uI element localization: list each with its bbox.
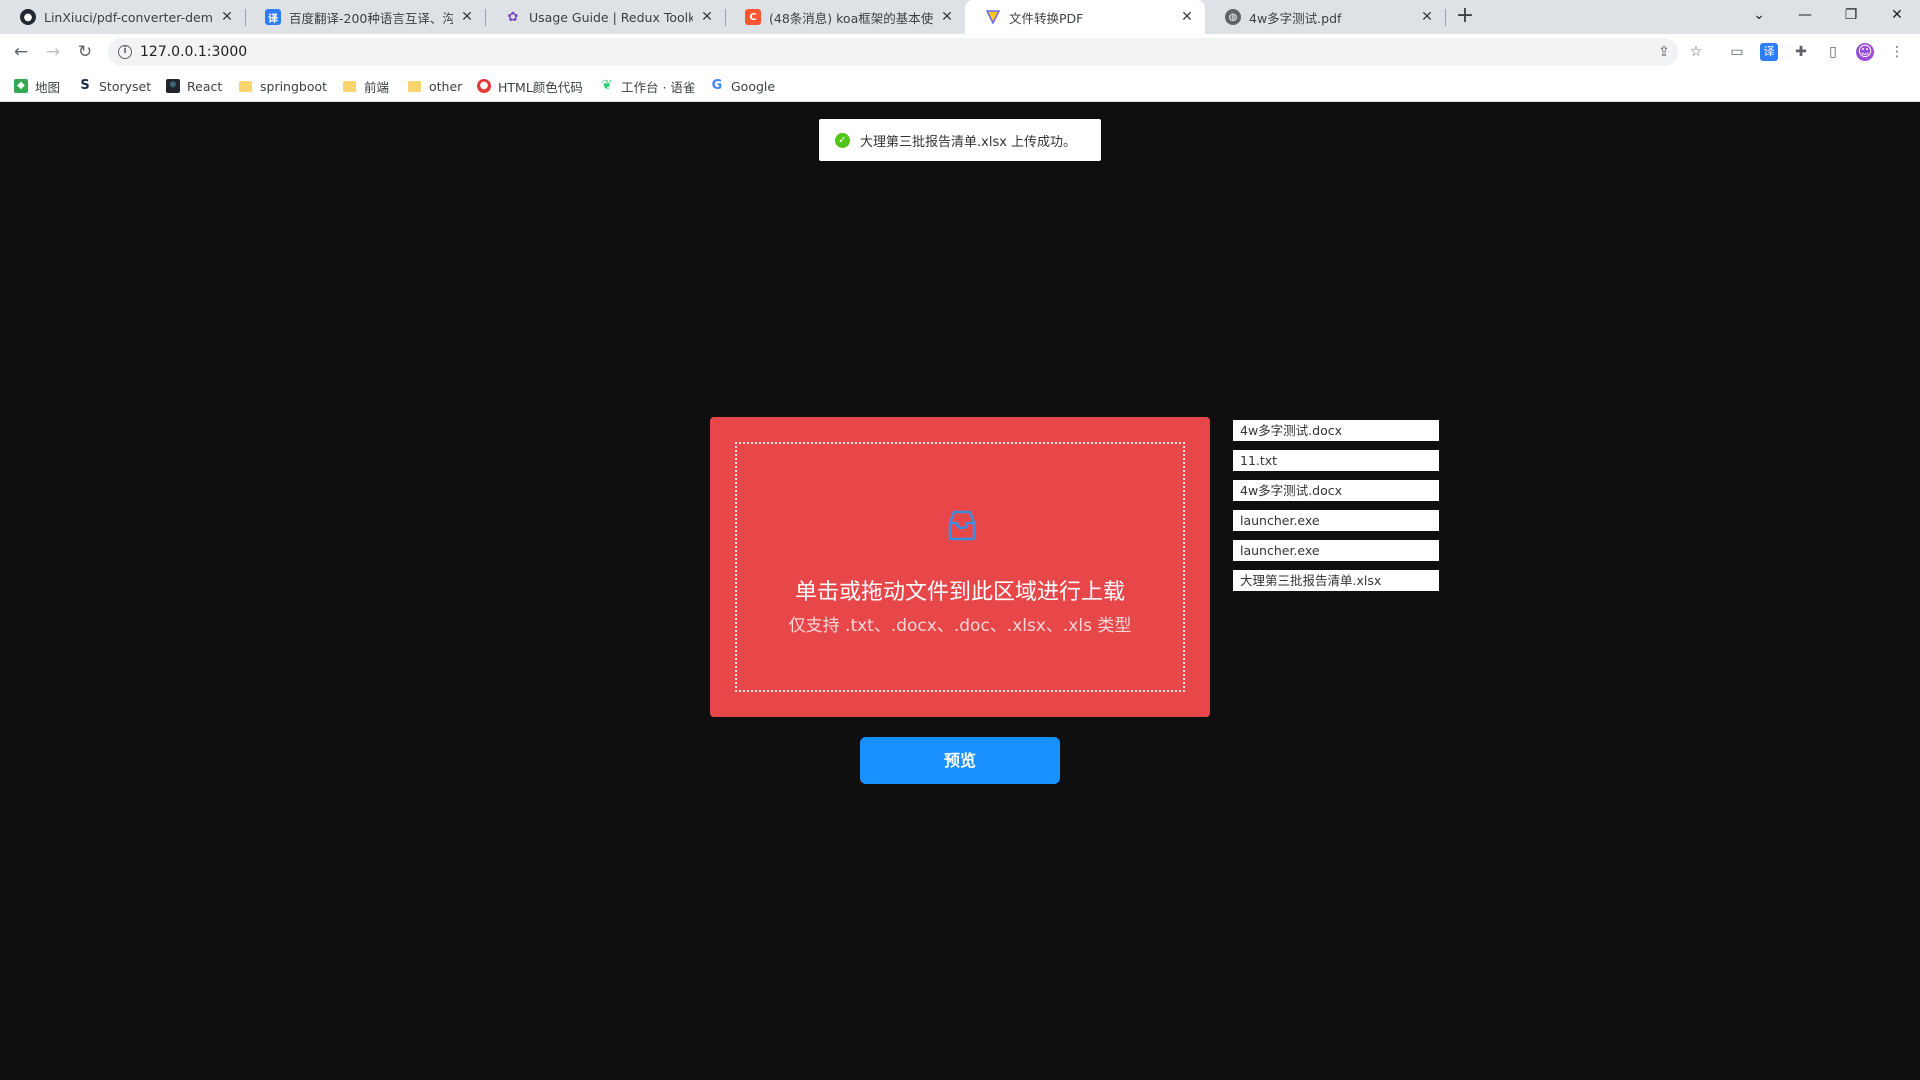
address-url: 127.0.0.1:3000 — [140, 44, 248, 60]
upload-success-toast: ✓ 大理第三批报告清单.xlsx 上传成功。 — [819, 119, 1101, 161]
bookmark-frontend[interactable]: 前端 — [343, 78, 390, 95]
browser-toolbar: ← → ↻ i 127.0.0.1:3000 ⇪ ☆ ▭ 译 ✚ ▯ ☺ ⋮ — [0, 34, 1920, 70]
globe-icon: ◍ — [1225, 9, 1241, 25]
dropzone-hint: 仅支持 .txt、.docx、.doc、.xlsx、.xls 类型 — [788, 616, 1132, 636]
bookmark-label: Google — [731, 78, 776, 94]
file-item[interactable]: 大理第三批报告清单.xlsx — [1233, 570, 1439, 591]
file-item[interactable]: launcher.exe — [1233, 540, 1439, 561]
toast-message: 大理第三批报告清单.xlsx 上传成功。 — [860, 134, 1077, 150]
tab-title: 4w多字测试.pdf — [1249, 10, 1342, 26]
bookmarks-bar: ◆ 地图 S Storyset ⚛ React springboot 前端 ot… — [0, 70, 1920, 102]
baidu-translate-icon: 译 — [265, 9, 281, 25]
minimize-button[interactable]: — — [1782, 0, 1828, 30]
bookmark-other[interactable]: other — [408, 78, 462, 94]
page-viewport: ✓ 大理第三批报告清单.xlsx 上传成功。 单击或拖动文件到此区域进行上载 仅… — [0, 102, 1920, 1080]
folder-icon — [239, 80, 252, 92]
uploaded-file-list: 4w多字测试.docx 11.txt 4w多字测试.docx launcher.… — [1233, 420, 1439, 600]
folder-icon — [408, 80, 421, 92]
check-circle-icon: ✓ — [835, 132, 850, 148]
bookmark-label: other — [429, 78, 463, 94]
browser-chrome: ● LinXiuci/pdf-converter-demo ✕ 译 百度翻译-2… — [0, 0, 1920, 102]
vite-icon — [985, 9, 1001, 25]
storyset-icon: S — [80, 78, 90, 93]
dropzone-title: 单击或拖动文件到此区域进行上载 — [794, 580, 1125, 605]
tab-csdn[interactable]: C (48条消息) koa框架的基本使用_ ✕ — [725, 0, 965, 34]
tab-strip: ● LinXiuci/pdf-converter-demo ✕ 译 百度翻译-2… — [0, 0, 1920, 34]
tab-title: LinXiuci/pdf-converter-demo — [44, 9, 213, 25]
side-panel-icon[interactable]: ▯ — [1824, 43, 1842, 61]
close-icon[interactable]: ✕ — [1419, 9, 1435, 25]
close-icon[interactable]: ✕ — [939, 9, 955, 25]
site-info-icon[interactable]: i — [118, 45, 132, 59]
close-icon[interactable]: ✕ — [699, 9, 715, 25]
bookmark-label: HTML颜色代码 — [498, 79, 583, 95]
bookmark-storyset[interactable]: S Storyset — [78, 78, 151, 94]
reload-icon[interactable]: ↻ — [73, 40, 97, 64]
folder-icon — [343, 80, 356, 92]
address-bar[interactable]: i 127.0.0.1:3000 — [108, 38, 1678, 66]
translate-extension-icon[interactable]: 译 — [1760, 43, 1778, 61]
file-item[interactable]: 4w多字测试.docx — [1233, 480, 1439, 501]
html-color-icon: ● — [477, 79, 491, 93]
bookmark-html-colors[interactable]: ● HTML颜色代码 — [477, 78, 583, 95]
extension-screen-icon[interactable]: ▭ — [1728, 43, 1746, 61]
tab-title: 百度翻译-200种语言互译、沟通 — [289, 10, 453, 26]
tab-pdf-converter[interactable]: 文件转换PDF ✕ — [965, 0, 1205, 34]
redux-icon: ✿ — [507, 9, 519, 25]
close-icon[interactable]: ✕ — [1179, 9, 1195, 25]
bookmark-google[interactable]: G Google — [710, 78, 775, 94]
maps-icon: ◆ — [14, 79, 28, 93]
bookmark-label: Storyset — [99, 78, 152, 94]
bookmark-react[interactable]: ⚛ React — [166, 78, 222, 94]
inbox-icon — [948, 510, 976, 541]
bookmark-label: 工作台 · 语雀 — [621, 79, 696, 95]
bookmark-label: 前端 — [364, 79, 390, 95]
bookmark-star-icon[interactable]: ☆ — [1687, 43, 1705, 61]
close-window-button[interactable]: ✕ — [1874, 0, 1920, 30]
new-tab-button[interactable]: + — [1451, 5, 1479, 28]
extensions-puzzle-icon[interactable]: ✚ — [1792, 43, 1810, 61]
bookmark-maps[interactable]: ◆ 地图 — [14, 78, 61, 95]
bookmark-label: React — [187, 78, 223, 94]
preview-button[interactable]: 预览 — [860, 737, 1060, 784]
menu-kebab-icon[interactable]: ⋮ — [1888, 43, 1906, 61]
bookmark-label: 地图 — [35, 79, 61, 95]
google-icon: G — [711, 78, 723, 93]
bookmark-yuque[interactable]: ❦ 工作台 · 语雀 — [600, 78, 696, 95]
file-item[interactable]: launcher.exe — [1233, 510, 1439, 531]
file-item[interactable]: 11.txt — [1233, 450, 1439, 471]
tab-baidu-translate[interactable]: 译 百度翻译-200种语言互译、沟通 ✕ — [245, 0, 485, 34]
bookmark-label: springboot — [260, 78, 328, 94]
close-icon[interactable]: ✕ — [219, 9, 235, 25]
back-icon[interactable]: ← — [9, 40, 33, 64]
restore-button[interactable]: ❐ — [1828, 0, 1874, 30]
forward-icon[interactable]: → — [41, 40, 65, 64]
github-icon: ● — [20, 9, 36, 25]
tab-search-icon[interactable]: ⌄ — [1736, 0, 1782, 30]
tab-title: 文件转换PDF — [1009, 10, 1084, 26]
tab-redux[interactable]: ✿ Usage Guide | Redux Toolkit ✕ — [485, 0, 725, 34]
csdn-icon: C — [745, 9, 761, 25]
tab-title: (48条消息) koa框架的基本使用_ — [769, 10, 933, 26]
profile-avatar-icon[interactable]: ☺ — [1856, 43, 1874, 61]
react-icon: ⚛ — [166, 79, 180, 93]
file-item[interactable]: 4w多字测试.docx — [1233, 420, 1439, 441]
bookmark-springboot[interactable]: springboot — [239, 78, 327, 94]
yuque-icon: ❦ — [601, 78, 613, 93]
tab-pdf-file[interactable]: ◍ 4w多字测试.pdf ✕ — [1205, 0, 1445, 34]
tab-title: Usage Guide | Redux Toolkit — [529, 9, 693, 25]
tab-github[interactable]: ● LinXiuci/pdf-converter-demo ✕ — [0, 0, 245, 34]
share-icon[interactable]: ⇪ — [1655, 43, 1673, 61]
dropzone-border: 单击或拖动文件到此区域进行上载 仅支持 .txt、.docx、.doc、.xls… — [735, 442, 1185, 692]
upload-dropzone[interactable]: 单击或拖动文件到此区域进行上载 仅支持 .txt、.docx、.doc、.xls… — [710, 417, 1210, 717]
close-icon[interactable]: ✕ — [459, 9, 475, 25]
